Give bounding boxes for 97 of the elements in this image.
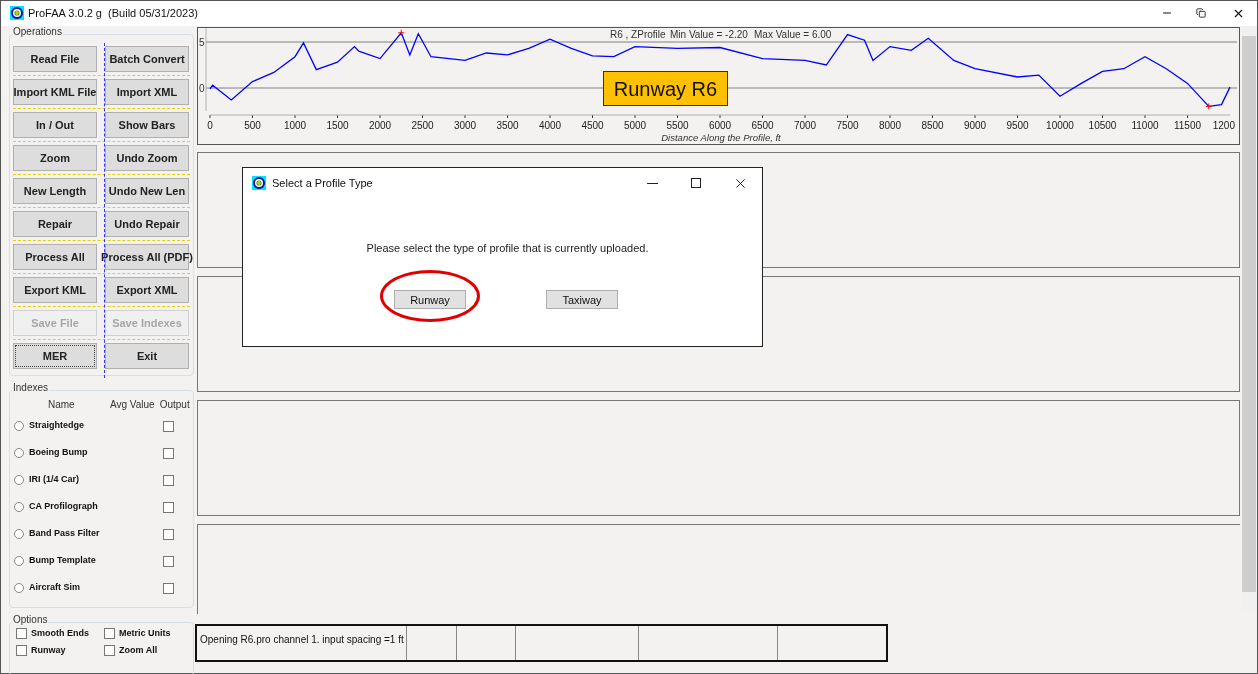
x-tick-label: 0 <box>207 120 213 131</box>
x-tick-label: 9000 <box>963 120 987 131</box>
x-tick-label: 8000 <box>878 120 902 131</box>
x-tick-label: 2000 <box>368 120 392 131</box>
x-tick-label: 1200 <box>1212 120 1235 131</box>
option-label: Smooth Ends <box>31 627 89 640</box>
operation-button[interactable]: Import KML File <box>13 79 97 105</box>
operation-button[interactable]: Import XML <box>105 79 189 105</box>
y-tick-label: 0 <box>199 83 205 94</box>
output-checkbox[interactable] <box>163 420 174 432</box>
x-tick-label: 9500 <box>1006 120 1029 131</box>
x-tick-label: 8500 <box>921 120 944 131</box>
x-tick-label: 500 <box>244 120 261 131</box>
maximize-icon <box>691 178 701 188</box>
chart-annotation: Min Value = -2.20 <box>670 29 748 40</box>
operation-button[interactable]: Show Bars <box>105 112 189 138</box>
operation-button[interactable]: Process All <box>13 244 97 270</box>
index-name: CA Profilograph <box>29 500 99 514</box>
dialog-title: Select a Profile Type <box>272 175 373 191</box>
x-tick-label: 10500 <box>1088 120 1117 131</box>
index-name: Straightedge <box>29 419 85 433</box>
x-tick-label: 6500 <box>751 120 774 131</box>
option-label: Metric Units <box>119 627 171 640</box>
x-tick-label: 3500 <box>496 120 519 131</box>
min-marker-icon <box>1205 102 1213 110</box>
x-tick-label: 6000 <box>708 120 732 131</box>
index-name: Band Pass Filter <box>29 527 101 541</box>
x-tick-label: 5000 <box>623 120 647 131</box>
x-axis-label: Distance Along the Profile, ft <box>661 132 781 143</box>
operation-button[interactable]: Undo Zoom <box>105 145 189 171</box>
profile-type-button[interactable]: Taxiway <box>546 290 618 310</box>
option-label: Zoom All <box>119 643 158 657</box>
option-checkbox[interactable] <box>104 644 115 656</box>
x-tick-label: 4500 <box>581 120 604 131</box>
minimize-icon <box>646 182 658 184</box>
column-header: Avg Value <box>110 398 155 412</box>
window-title: ProFAA 3.0.2 g (Build 05/31/2023) <box>28 5 198 21</box>
x-tick-label: 11500 <box>1173 120 1202 131</box>
radio-button[interactable] <box>14 421 24 431</box>
x-tick-label: 2500 <box>411 120 434 131</box>
option-checkbox[interactable] <box>104 628 115 640</box>
output-checkbox[interactable] <box>163 582 174 594</box>
radio-button[interactable] <box>14 448 24 458</box>
group-title: Operations <box>12 27 63 37</box>
output-checkbox[interactable] <box>163 555 174 567</box>
output-checkbox[interactable] <box>163 528 174 540</box>
x-tick-label: 4000 <box>538 120 562 131</box>
column-header: Name <box>48 398 76 412</box>
y-tick-label: 5 <box>199 37 205 48</box>
x-tick-label: 1500 <box>326 120 349 131</box>
chart-annotation: Max Value = 6.00 <box>754 29 832 40</box>
operation-button[interactable]: Batch Convert <box>105 46 189 72</box>
operation-button[interactable]: New Length <box>13 178 97 204</box>
profile-type-button[interactable]: Runway <box>394 290 466 310</box>
radio-button[interactable] <box>14 475 24 485</box>
index-name: Boeing Bump <box>29 446 89 460</box>
output-checkbox[interactable] <box>163 474 174 486</box>
radio-button[interactable] <box>14 556 24 566</box>
option-label: Runway <box>31 643 66 657</box>
operation-button[interactable]: Zoom <box>13 145 97 171</box>
operation-button[interactable]: In / Out <box>13 112 97 138</box>
status-message: Opening R6.pro channel 1. input spacing =1 ft <box>197 626 407 660</box>
group-title: Indexes <box>12 383 50 393</box>
index-name: Bump Template <box>29 554 97 568</box>
x-tick-label: 7500 <box>836 120 859 131</box>
radio-button[interactable] <box>14 583 24 593</box>
output-checkbox[interactable] <box>163 501 174 513</box>
operation-button[interactable]: Export XML <box>105 277 189 303</box>
app-logo-icon <box>10 6 24 20</box>
operation-button[interactable]: Exit <box>105 343 189 369</box>
operation-button[interactable]: Undo New Len <box>105 178 189 204</box>
chart-title: R6 , ZProfile <box>610 29 666 40</box>
column-header: Output <box>159 398 190 412</box>
radio-button[interactable] <box>14 529 24 539</box>
group-title: Options <box>12 615 49 625</box>
runway-label: Runway R6 <box>603 71 728 106</box>
operation-button[interactable]: Export KML <box>13 277 97 303</box>
operation-button[interactable]: Undo Repair <box>105 211 189 237</box>
x-tick-label: 11000 <box>1131 120 1159 131</box>
index-name: IRI (1/4 Car) <box>29 473 80 487</box>
operation-button[interactable]: Read File <box>13 46 97 72</box>
option-checkbox[interactable] <box>16 644 27 656</box>
output-checkbox[interactable] <box>163 447 174 459</box>
x-tick-label: 3000 <box>453 120 477 131</box>
operation-button[interactable]: Repair <box>13 211 97 237</box>
x-tick-label: 5500 <box>666 120 689 131</box>
x-tick-label: 1000 <box>283 120 307 131</box>
dialog-message: Please select the type of profile that is currently uploaded. <box>365 241 650 256</box>
radio-button[interactable] <box>14 502 24 512</box>
option-checkbox[interactable] <box>16 628 27 640</box>
x-tick-label: 7000 <box>793 120 817 131</box>
x-tick-label: 10000 <box>1046 120 1074 131</box>
operation-button[interactable]: MER <box>13 343 97 369</box>
index-name: Aircraft Sim <box>29 581 82 595</box>
restore-icon <box>1196 8 1206 18</box>
max-marker-icon <box>397 29 405 37</box>
app-logo-icon <box>252 176 266 190</box>
